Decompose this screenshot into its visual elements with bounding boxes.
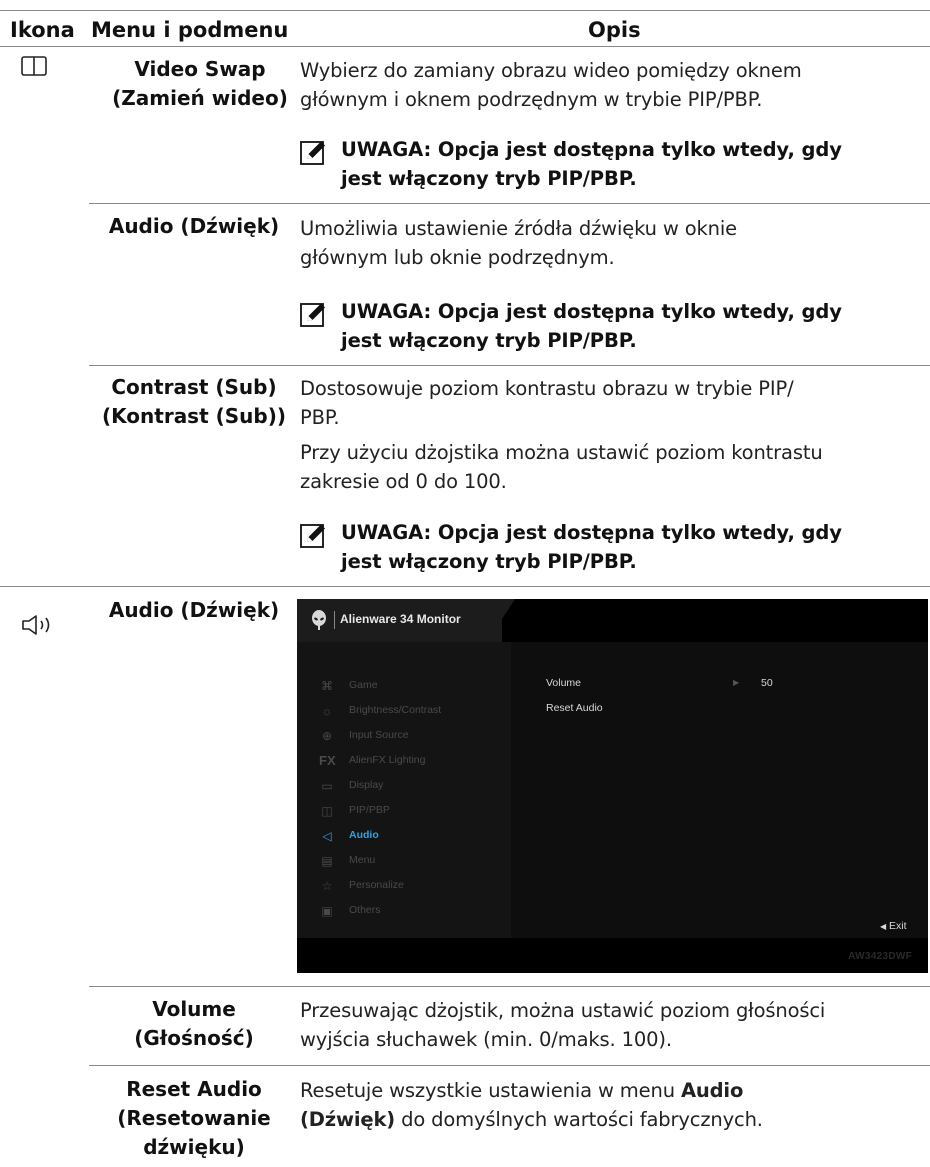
osd-volume-label[interactable]: Volume — [546, 677, 581, 689]
audio-sub-desc: Umożliwia ustawienie źródła dźwięku w ok… — [300, 217, 737, 269]
back-arrow-icon: ◀ — [880, 922, 887, 931]
brightness-icon: ☼ — [321, 704, 333, 718]
reset-audio-desc: Resetuje wszystkie ustawienia w menu Aud… — [300, 1079, 763, 1131]
volume-label: Volume (Głośność) — [134, 997, 254, 1050]
pip-swap-icon — [21, 56, 47, 76]
gamepad-icon: ⌘ — [321, 679, 333, 693]
osd-title-separator — [334, 611, 335, 629]
osd-model-name: AW3423DWF — [848, 951, 912, 962]
input-source-icon: ⊕ — [321, 729, 333, 743]
note-pencil-icon — [300, 141, 325, 165]
alienfx-icon: FX — [319, 753, 336, 768]
contrast-sub-desc: Dostosowuje poziom kontrastu obrazu w tr… — [300, 377, 794, 429]
reset-audio-label: Reset Audio (Resetowanie dźwięku) — [117, 1077, 271, 1159]
speaker-icon: ◁ — [322, 829, 332, 843]
note-pencil-icon — [300, 303, 325, 327]
menu-icon: ▤ — [321, 854, 333, 868]
osd-volume-value: 50 — [761, 677, 773, 689]
volume-desc: Przesuwając dżojstik, można ustawić pozi… — [300, 999, 826, 1051]
video-swap-note: UWAGA: Opcja jest dostępna tylko wtedy, … — [341, 138, 842, 190]
row-rule — [89, 986, 930, 987]
col-header-menu: Menu i podmenu — [91, 18, 289, 42]
video-swap-desc: Wybierz do zamiany obrazu wideo pomiędzy… — [300, 59, 802, 111]
row-rule — [89, 1065, 930, 1066]
others-icon: ▣ — [321, 904, 333, 918]
row-rule — [89, 203, 930, 204]
note-pencil-icon — [300, 524, 325, 548]
contrast-sub-note: UWAGA: Opcja jest dostępna tylko wtedy, … — [341, 521, 842, 573]
osd-reset-audio[interactable]: Reset Audio — [546, 702, 603, 714]
osd-bottom-bar — [297, 938, 928, 973]
section-rule — [0, 586, 930, 587]
audio-sub-label: Audio (Dźwięk) — [108, 214, 280, 238]
osd-title-tab-edge — [487, 599, 515, 642]
star-icon: ☆ — [321, 879, 333, 893]
video-swap-label: Video Swap (Zamień wideo) — [112, 57, 288, 110]
row-rule — [89, 365, 930, 366]
play-arrow-icon: ▶ — [733, 678, 740, 687]
header-rule — [0, 46, 930, 47]
display-icon: ▭ — [321, 779, 333, 793]
osd-exit[interactable]: Exit — [889, 920, 907, 932]
speaker-icon — [22, 615, 50, 635]
alienware-logo-icon — [312, 610, 326, 630]
table-top-rule — [0, 10, 930, 11]
pip-icon: ◫ — [321, 804, 333, 818]
audio-sub-note: UWAGA: Opcja jest dostępna tylko wtedy, … — [341, 300, 842, 352]
osd-screenshot: Alienware 34 Monitor ⌘ Game ☼ Brightness/C… — [297, 599, 928, 973]
osd-title: Alienware 34 Monitor — [340, 612, 461, 626]
contrast-sub-desc-2: Przy użyciu dżojstika można ustawić pozi… — [300, 441, 823, 493]
col-header-desc: Opis — [588, 18, 641, 42]
audio-label: Audio (Dźwięk) — [108, 598, 280, 622]
contrast-sub-label: Contrast (Sub) (Kontrast (Sub)) — [102, 375, 286, 428]
col-header-icon: Ikona — [10, 18, 75, 42]
